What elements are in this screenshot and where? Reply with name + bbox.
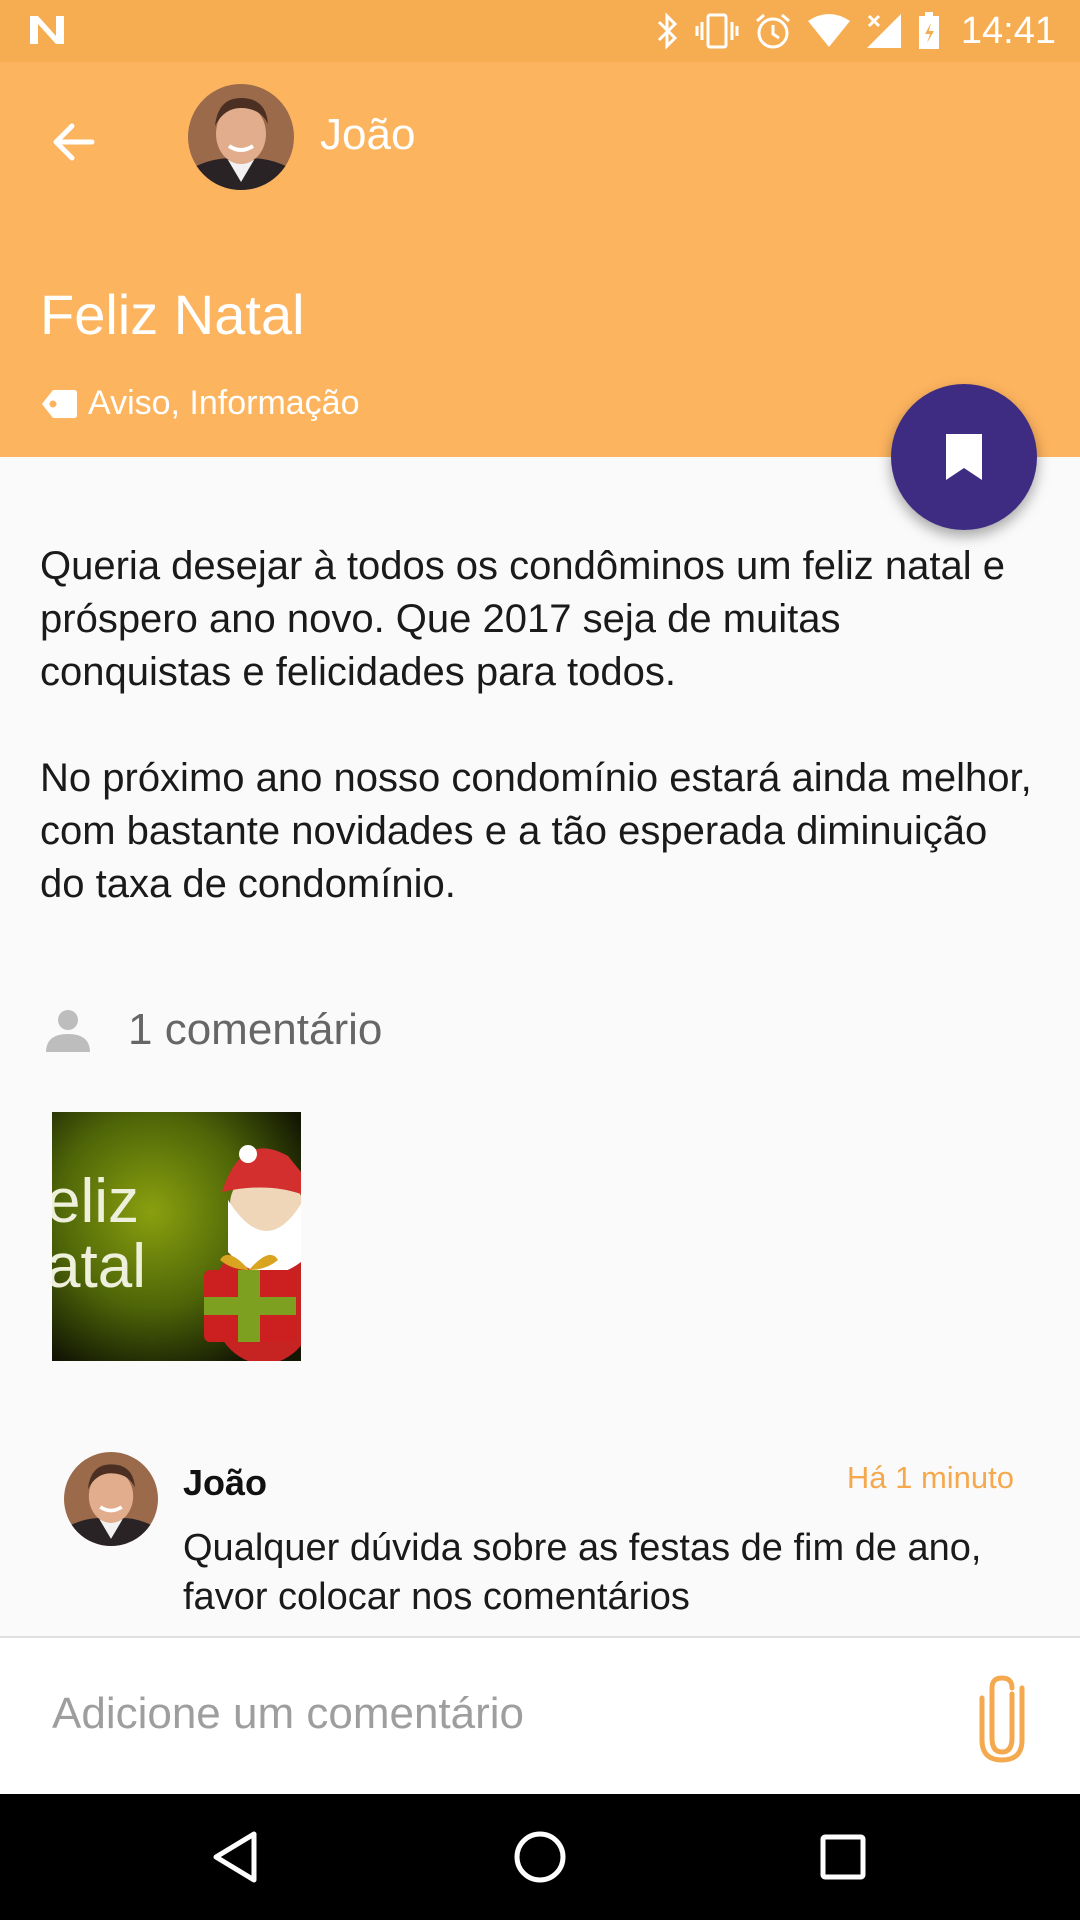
square-recents-icon (820, 1834, 866, 1880)
status-bar: 14:41 (0, 0, 1080, 62)
comments-count-label: 1 comentário (128, 1005, 383, 1054)
comment-input[interactable] (52, 1674, 912, 1754)
comments-count: 1 comentário (44, 1005, 382, 1055)
circle-home-icon (514, 1831, 566, 1883)
post-tags: Aviso, Informação (40, 384, 360, 423)
person-photo-icon (188, 84, 294, 190)
back-button[interactable] (36, 104, 112, 180)
author-avatar[interactable] (188, 84, 294, 190)
vibrate-icon (695, 13, 739, 49)
attachment-word-2: atal (52, 1232, 146, 1301)
arrow-back-icon (53, 123, 95, 161)
attach-button[interactable] (962, 1670, 1042, 1766)
comment-timestamp: Há 1 minuto (846, 1460, 1014, 1495)
status-time: 14:41 (960, 9, 1056, 52)
alarm-icon (755, 13, 790, 49)
nav-recents-button[interactable] (808, 1822, 878, 1892)
person-icon (46, 1010, 90, 1052)
post-header: João Feliz Natal Aviso, Informação (0, 62, 1080, 457)
comment-composer (0, 1636, 1080, 1794)
comment-author-name: João (183, 1462, 268, 1503)
signal-icon (866, 14, 901, 48)
tag-icon (42, 389, 77, 418)
wifi-icon (807, 14, 850, 47)
post-paragraph: No próximo ano nosso condomínio estará a… (40, 756, 1032, 906)
bookmark-button[interactable] (891, 384, 1037, 530)
person-photo-icon (64, 1452, 158, 1546)
battery-charging-icon (918, 12, 939, 49)
bluetooth-icon (657, 12, 678, 50)
comment-text: Qualquer dúvida sobre as festas de fim d… (183, 1527, 982, 1618)
post-paragraph: Queria desejar à todos os condôminos um … (40, 544, 1005, 694)
nav-home-button[interactable] (505, 1822, 575, 1892)
christmas-card-image: eliz atal (52, 1112, 301, 1361)
author-name[interactable]: João (320, 110, 415, 160)
bookmark-icon (946, 434, 982, 480)
paperclip-icon (979, 1675, 1025, 1763)
nav-back-button[interactable] (200, 1822, 270, 1892)
post-body: Queria desejar à todos os condôminos um … (40, 540, 1040, 964)
n-notification-icon (30, 16, 64, 44)
comment-author-avatar[interactable] (64, 1452, 158, 1546)
tags-label: Aviso, Informação (88, 384, 360, 422)
post-attachment-image[interactable]: eliz atal (52, 1112, 301, 1361)
attachment-word-1: eliz (52, 1167, 139, 1236)
system-nav-bar (0, 1794, 1080, 1920)
triangle-back-icon (213, 1831, 257, 1883)
post-title: Feliz Natal (40, 283, 305, 346)
